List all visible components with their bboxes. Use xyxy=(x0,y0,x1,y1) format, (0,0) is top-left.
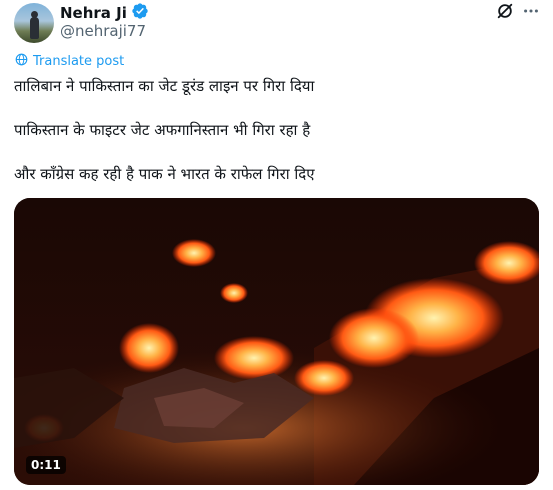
post-text-line-2: पाकिस्तान के फाइटर जेट अफगानिस्तान भी गि… xyxy=(14,121,311,139)
video-duration: 0:11 xyxy=(26,456,66,474)
tweet: Nehra Ji @nehraji77 Translate post तालिब… xyxy=(0,0,553,490)
video-thumbnail xyxy=(14,198,539,485)
grok-button[interactable] xyxy=(495,3,515,23)
post-text-line-3: और कॉंग्रेस कह रही है पाक ने भारत के राफ… xyxy=(14,165,315,183)
video-player[interactable]: 0:11 xyxy=(14,198,539,485)
author-row: Nehra Ji xyxy=(60,3,149,23)
verified-badge-icon xyxy=(131,2,149,24)
translate-link[interactable]: Translate post xyxy=(15,53,124,70)
avatar[interactable] xyxy=(14,3,54,43)
grok-icon xyxy=(496,2,514,24)
more-icon xyxy=(522,2,540,24)
globe-icon xyxy=(15,53,28,70)
post-text-line-1: तालिबान ने पाकिस्तान का जेट डूरंड लाइन प… xyxy=(14,77,315,95)
more-button[interactable] xyxy=(521,3,541,23)
display-name[interactable]: Nehra Ji xyxy=(60,4,127,22)
translate-label: Translate post xyxy=(33,54,125,69)
author-handle[interactable]: @nehraji77 xyxy=(60,22,146,40)
